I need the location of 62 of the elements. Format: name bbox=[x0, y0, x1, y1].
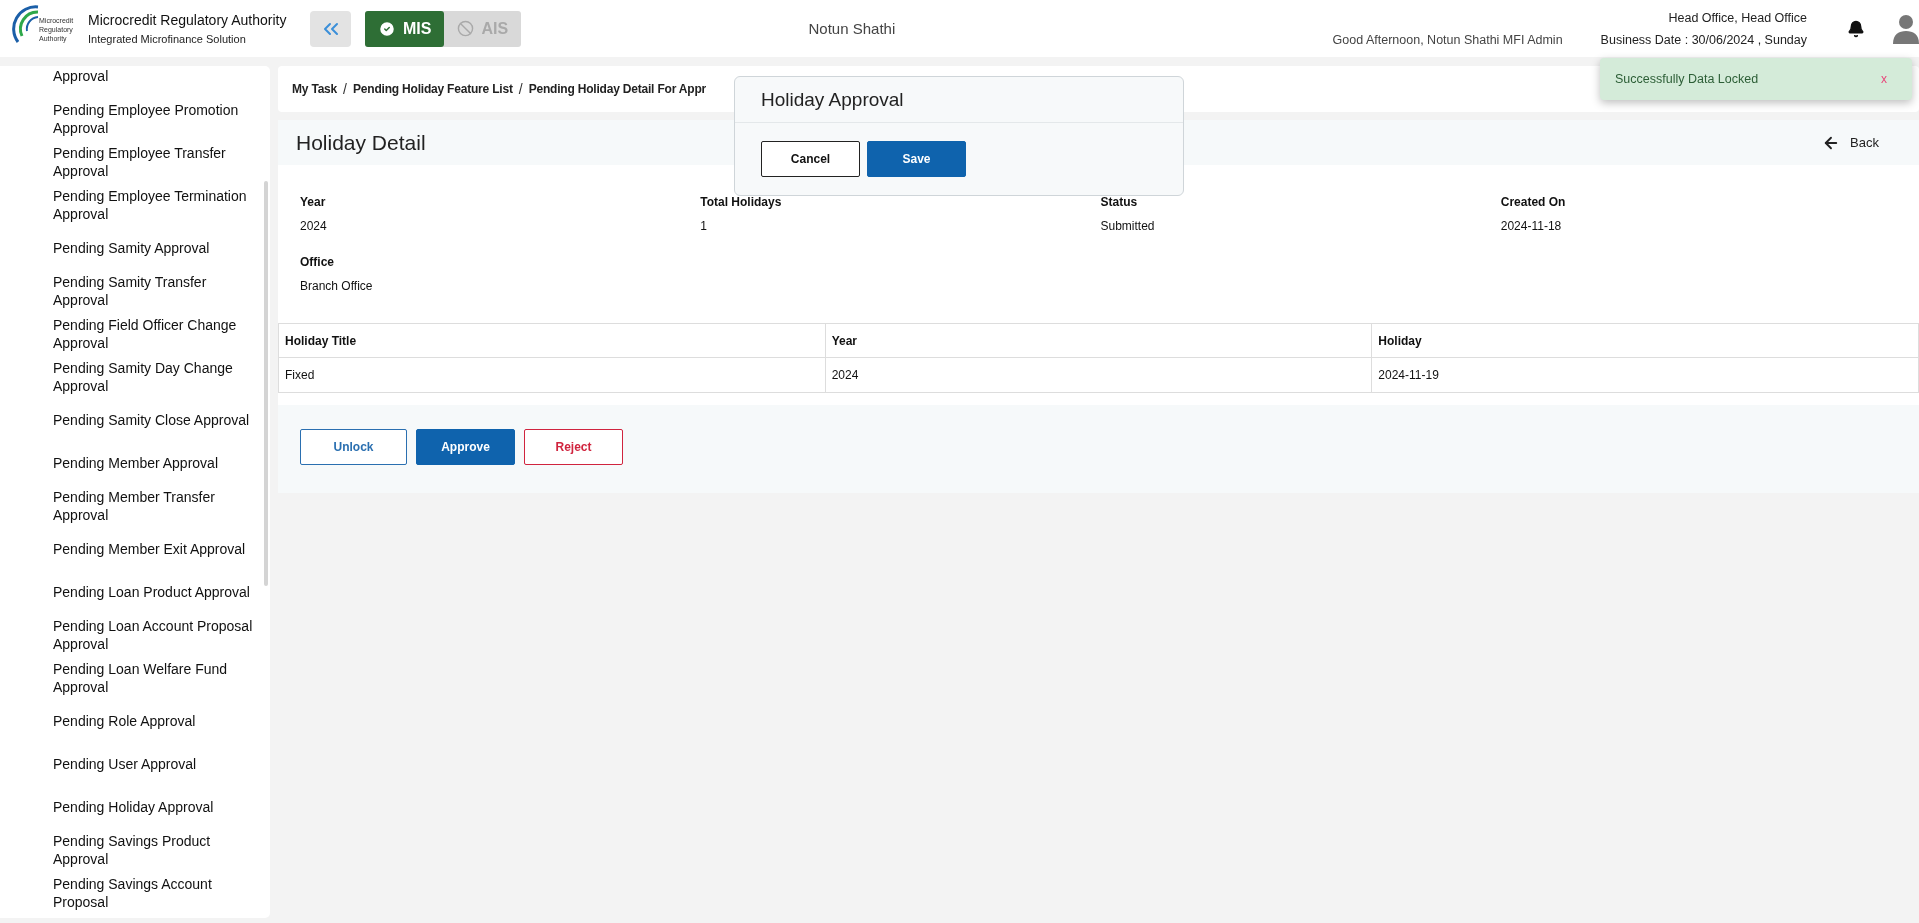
sidebar-item[interactable]: Pending Samity Approval bbox=[0, 226, 270, 269]
sidebar-item[interactable]: Pending User Approval bbox=[0, 742, 270, 785]
sidebar-item[interactable]: Pending Loan Account Proposal Approval bbox=[0, 613, 270, 656]
column-header: Holiday Title bbox=[278, 323, 826, 358]
office-name: Head Office, Head Office bbox=[1668, 10, 1807, 25]
sidebar-item[interactable]: Pending Savings Product Approval bbox=[0, 828, 270, 871]
breadcrumb-separator: / bbox=[518, 81, 523, 97]
business-date: Business Date : 30/06/2024 , Sunday bbox=[1600, 32, 1807, 47]
dialog-button[interactable]: Cancel bbox=[761, 141, 860, 177]
column-header: Holiday bbox=[1371, 323, 1919, 358]
dialog-title: Holiday Approval bbox=[735, 77, 1183, 123]
dialog-button[interactable]: Save bbox=[867, 141, 966, 177]
sidebar-item[interactable]: Pending Member Approval bbox=[0, 441, 270, 484]
sidebar-item[interactable]: Pending Field Officer Change Approval bbox=[0, 312, 270, 355]
action-button[interactable]: Reject bbox=[524, 429, 623, 465]
field-label: Year bbox=[300, 195, 327, 209]
module-toggle[interactable]: MIS bbox=[365, 10, 445, 47]
table-cell: 2024-11-19 bbox=[1371, 357, 1919, 393]
org-subtitle: Integrated Microfinance Solution bbox=[88, 33, 247, 45]
field-label: Status bbox=[1100, 195, 1139, 209]
greeting-text: Good Afternoon, Notun Shathi MFI Admin bbox=[1332, 33, 1563, 47]
sidebar-item[interactable]: Pending Member Transfer Approval bbox=[0, 484, 270, 527]
sidebar-item[interactable]: Pending Samity Close Approval bbox=[0, 398, 270, 441]
table-cell: Fixed bbox=[278, 357, 826, 393]
sidebar-item[interactable]: Pending Samity Day Change Approval bbox=[0, 355, 270, 398]
breadcrumb-link[interactable]: Pending Holiday Feature List bbox=[352, 82, 513, 96]
field-label: Office bbox=[300, 255, 335, 269]
sidebar-item[interactable]: Pending Employee Termination Approval bbox=[0, 183, 270, 226]
sidebar-item[interactable]: Pending Employee Transfer Approval bbox=[0, 140, 270, 183]
field-label: Created On bbox=[1500, 195, 1567, 209]
sidebar-item[interactable]: Approval bbox=[0, 66, 270, 97]
field-label: Total Holidays bbox=[700, 195, 783, 209]
breadcrumb-link[interactable]: Pending Holiday Detail For Appr bbox=[528, 82, 706, 96]
sidebar-item[interactable]: Pending Loan Product Approval bbox=[0, 570, 270, 613]
action-button[interactable]: Unlock bbox=[300, 429, 407, 465]
ban-icon bbox=[457, 20, 475, 37]
panel-title: Holiday Detail bbox=[296, 130, 426, 155]
breadcrumb-separator: / bbox=[343, 81, 347, 97]
sidebar-item[interactable]: Pending Employee Promotion Approval bbox=[0, 97, 270, 140]
sidebar-item[interactable]: Pending Holiday Approval bbox=[0, 785, 270, 828]
field-value: 1 bbox=[700, 219, 708, 233]
field-value: 2024-11-18 bbox=[1500, 219, 1563, 233]
sidebar-item[interactable]: Pending Savings Account Proposal bbox=[0, 871, 270, 914]
sidebar-item[interactable]: Pending Role Approval bbox=[0, 699, 270, 742]
field-value: 2024 bbox=[300, 219, 328, 233]
field-value: Submitted bbox=[1100, 219, 1156, 233]
action-button[interactable]: Approve bbox=[416, 429, 515, 465]
field-value: Branch Office bbox=[300, 279, 374, 293]
company-name: Notun Shathi bbox=[807, 20, 897, 37]
sidebar-item[interactable]: Pending Loan Welfare Fund Approval bbox=[0, 656, 270, 699]
sidebar-item[interactable]: Pending Member Exit Approval bbox=[0, 527, 270, 570]
org-title: Microcredit Regulatory Authority bbox=[88, 12, 288, 28]
back-button[interactable]: Back bbox=[1822, 133, 1879, 152]
collapse-sidebar-button[interactable] bbox=[310, 10, 351, 47]
sidebar-item[interactable]: Pending Samity Transfer Approval bbox=[0, 269, 270, 312]
check-circle-icon bbox=[378, 19, 396, 38]
breadcrumb-link[interactable]: My Task bbox=[292, 82, 338, 96]
notification-bell-icon[interactable] bbox=[1847, 19, 1865, 38]
table-cell: 2024 bbox=[825, 357, 1372, 393]
column-header: Year bbox=[825, 323, 1372, 358]
user-avatar-icon[interactable] bbox=[1893, 13, 1919, 44]
toast-message: Successfully Data Locked bbox=[1615, 72, 1759, 86]
